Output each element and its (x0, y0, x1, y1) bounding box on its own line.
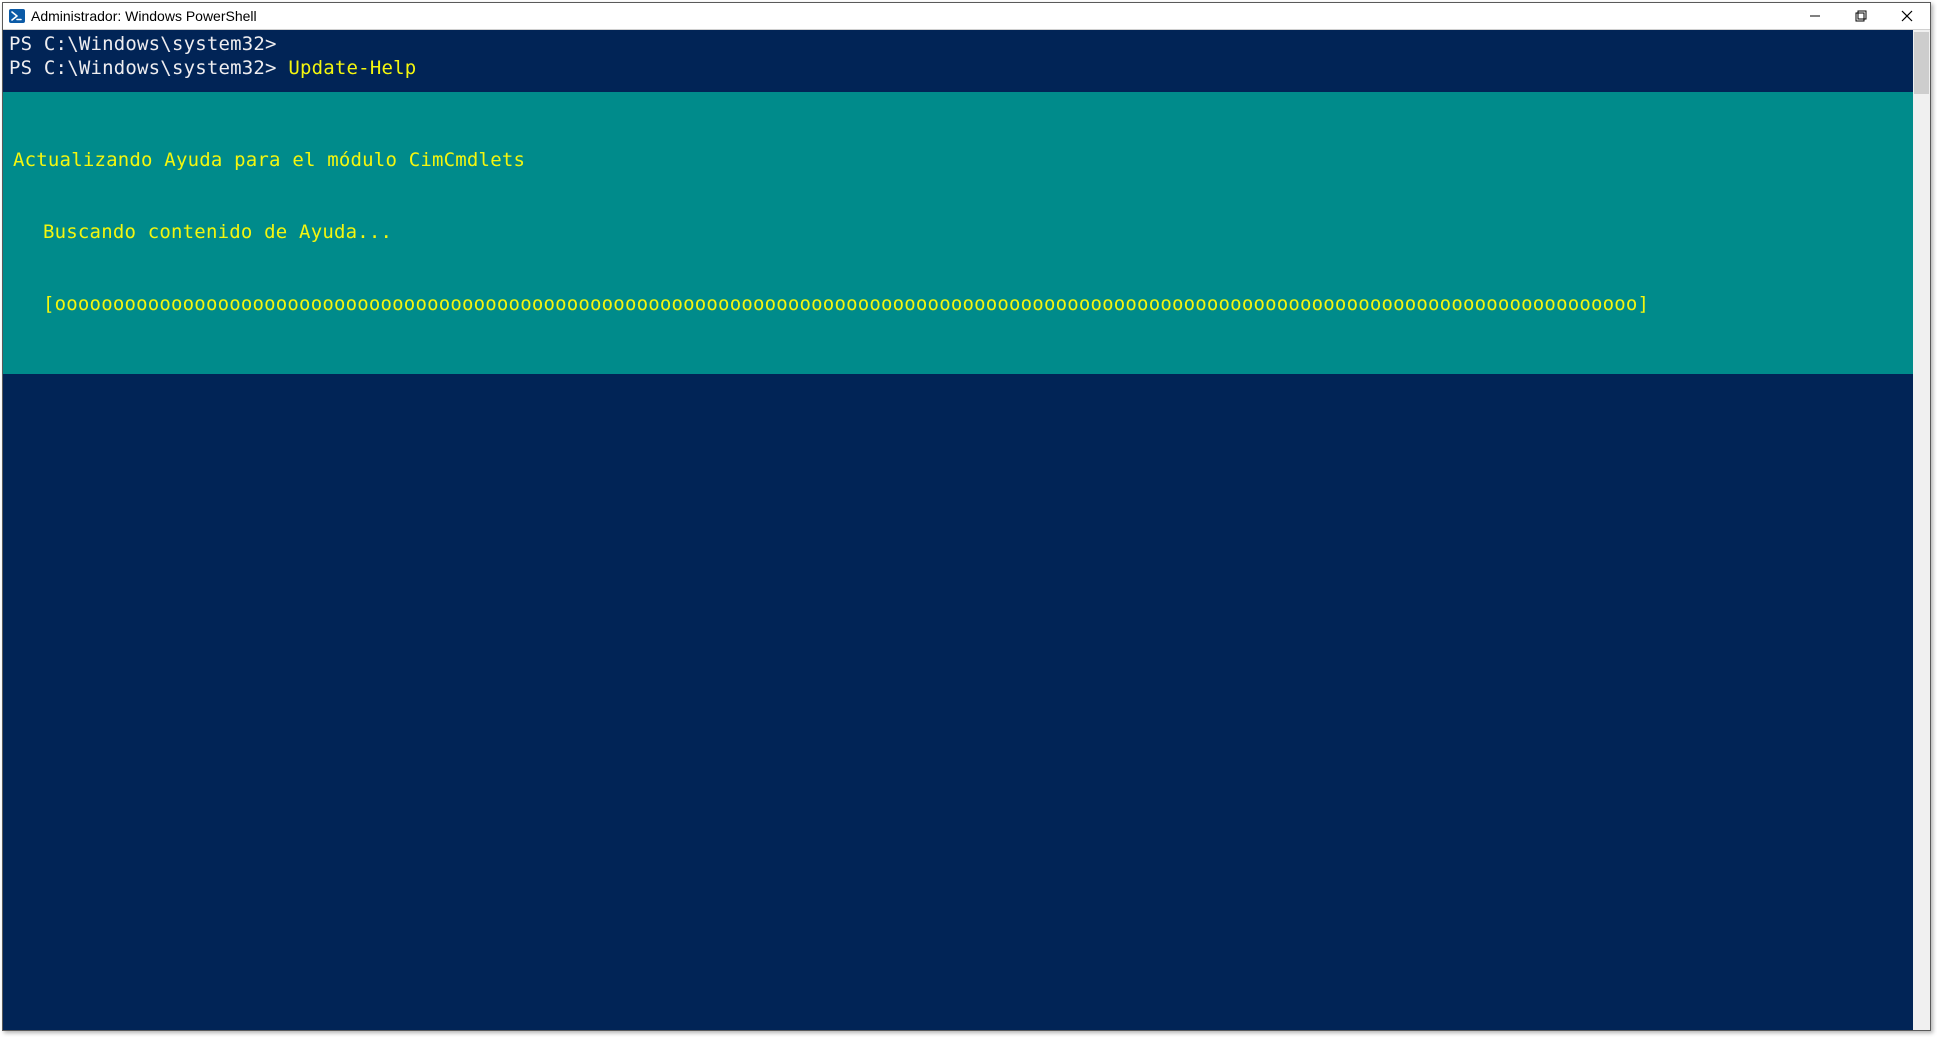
prompt-line-1: PS C:\Windows\system32> (9, 32, 1913, 56)
progress-bar: [ooooooooooooooooooooooooooooooooooooooo… (13, 292, 1903, 316)
window-title: Administrador: Windows PowerShell (31, 8, 257, 24)
prompt-line-2: PS C:\Windows\system32> Update-Help (9, 56, 1913, 80)
scrollbar-thumb[interactable] (1914, 32, 1929, 94)
prompt-text: PS C:\Windows\system32> (9, 57, 288, 79)
progress-block: Actualizando Ayuda para el módulo CimCmd… (3, 92, 1913, 374)
client-area: PS C:\Windows\system32> PS C:\Windows\sy… (3, 30, 1930, 1030)
vertical-scrollbar[interactable] (1913, 30, 1930, 1030)
terminal-output[interactable]: PS C:\Windows\system32> PS C:\Windows\sy… (3, 30, 1913, 1030)
maximize-button[interactable] (1838, 3, 1884, 30)
minimize-button[interactable] (1792, 3, 1838, 30)
progress-header: Actualizando Ayuda para el módulo CimCmd… (13, 148, 1903, 172)
powershell-window: Administrador: Windows PowerShell PS C:\… (2, 2, 1931, 1031)
command-text: Update-Help (288, 57, 416, 79)
powershell-icon (9, 8, 25, 24)
titlebar[interactable]: Administrador: Windows PowerShell (3, 3, 1930, 30)
prompt-text: PS C:\Windows\system32> (9, 33, 277, 55)
progress-status: Buscando contenido de Ayuda... (13, 220, 1903, 244)
close-button[interactable] (1884, 3, 1930, 30)
